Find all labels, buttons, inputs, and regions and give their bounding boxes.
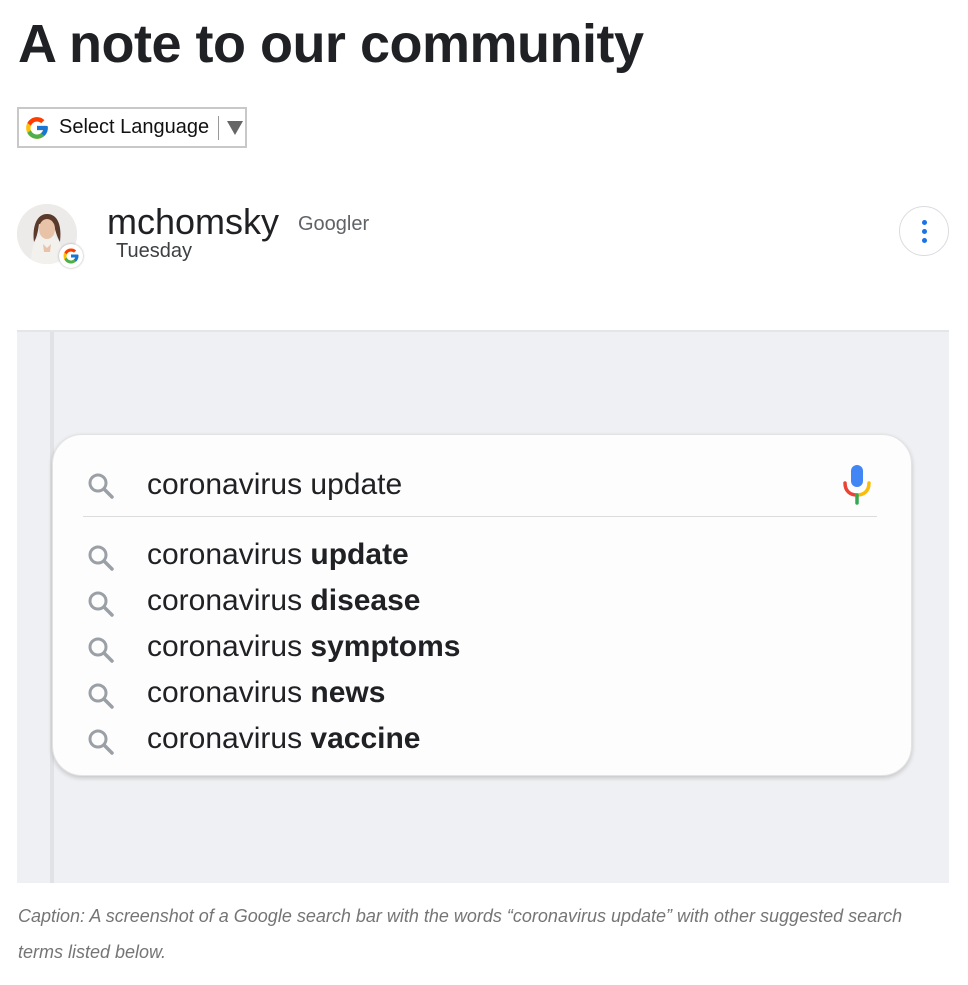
search-icon: [88, 683, 114, 709]
more-options-button[interactable]: [899, 206, 949, 256]
suggestion-text: coronavirus disease: [147, 581, 421, 621]
more-vertical-icon: [921, 219, 927, 225]
google-g-icon: [26, 116, 48, 139]
search-divider: [83, 516, 877, 517]
suggestion-completion: update: [310, 538, 409, 571]
search-icon: [88, 591, 114, 617]
suggestion-item: coronavirus update: [53, 535, 911, 581]
suggestion-item: coronavirus vaccine: [53, 719, 911, 765]
page-title: A note to our community: [18, 14, 644, 74]
language-select-divider: [218, 115, 220, 140]
suggestion-item: coronavirus disease: [53, 581, 911, 627]
suggestion-prefix: coronavirus: [147, 676, 311, 709]
suggestion-list: coronavirus update coronavirus disease c…: [53, 535, 911, 765]
suggestion-prefix: coronavirus: [147, 722, 311, 755]
suggestion-text: coronavirus symptoms: [147, 627, 460, 667]
chevron-down-icon[interactable]: [227, 120, 244, 135]
suggestion-completion: symptoms: [310, 630, 461, 663]
suggestion-completion: disease: [310, 584, 421, 617]
image-caption: Caption: A screenshot of a Google search…: [18, 906, 903, 962]
post-date: Tuesday: [116, 240, 192, 262]
search-icon: [88, 545, 114, 571]
language-select-label: Select Language: [59, 116, 210, 138]
microphone-icon: [843, 465, 871, 505]
search-icon: [88, 729, 114, 755]
suggestion-text: coronavirus update: [147, 535, 409, 575]
language-select[interactable]: Select Language: [17, 107, 247, 148]
suggestion-item: coronavirus news: [53, 673, 911, 719]
author-name[interactable]: mchomsky: [107, 200, 279, 244]
suggestion-completion: news: [310, 676, 386, 709]
author-block: mchomsky Googler Tuesday: [17, 200, 949, 270]
suggestion-completion: vaccine: [310, 722, 421, 755]
post-image: coronavirus update coronavirus update co…: [17, 330, 949, 883]
suggestion-prefix: coronavirus: [147, 538, 311, 571]
search-input: coronavirus update: [53, 455, 911, 515]
search-icon: [88, 637, 114, 663]
search-query-text: coronavirus update: [147, 468, 403, 501]
suggestion-text: coronavirus vaccine: [147, 719, 421, 759]
author-role-badge: Googler: [298, 213, 370, 235]
suggestion-prefix: coronavirus: [147, 584, 311, 617]
search-icon: [88, 473, 114, 499]
suggestion-prefix: coronavirus: [147, 630, 311, 663]
suggestion-item: coronavirus symptoms: [53, 627, 911, 673]
search-card: coronavirus update coronavirus update co…: [52, 434, 912, 776]
google-badge-icon: [59, 244, 83, 268]
more-vertical-icon-dot: [921, 237, 927, 243]
suggestion-text: coronavirus news: [147, 673, 385, 713]
more-vertical-icon-dot: [921, 228, 927, 234]
